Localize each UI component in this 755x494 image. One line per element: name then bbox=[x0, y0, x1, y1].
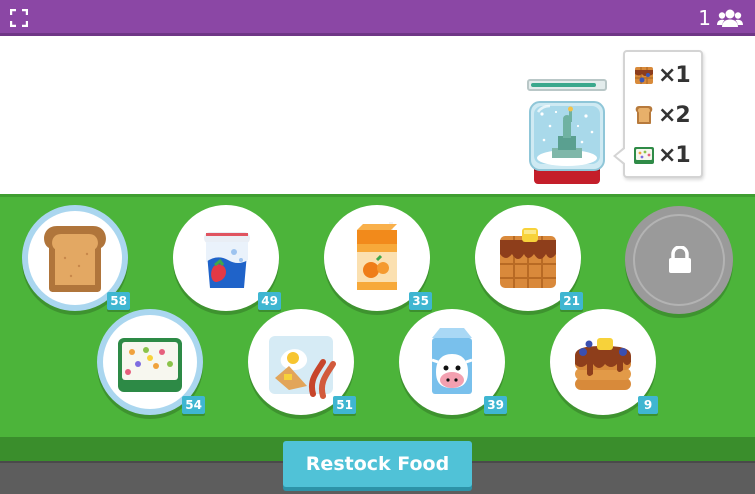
locked-food-slot[interactable] bbox=[625, 206, 733, 314]
patience-bar-fill bbox=[531, 83, 596, 87]
food-slot-waffle[interactable]: 21 bbox=[475, 205, 583, 311]
order-item: ×2 bbox=[633, 100, 699, 130]
player-count: 1 bbox=[698, 5, 743, 31]
food-count: 39 bbox=[484, 396, 507, 414]
milk-icon bbox=[431, 328, 473, 394]
food-count: 21 bbox=[560, 292, 583, 310]
food-slot-milk[interactable]: 39 bbox=[399, 309, 507, 415]
food-slot-cereal[interactable]: 54 bbox=[97, 309, 205, 415]
player-count-value: 1 bbox=[698, 6, 711, 30]
waffle-icon bbox=[635, 67, 653, 84]
pancakes-icon bbox=[575, 338, 631, 390]
waffle-icon bbox=[500, 228, 556, 288]
order-qty: ×1 bbox=[658, 142, 691, 168]
fullscreen-icon[interactable] bbox=[10, 9, 28, 27]
cereal-icon bbox=[118, 338, 182, 392]
food-count: 51 bbox=[333, 396, 356, 414]
order-item: ×1 bbox=[633, 140, 699, 170]
food-count: 9 bbox=[638, 396, 658, 414]
food-count: 49 bbox=[258, 292, 281, 310]
food-slot-toast[interactable]: 58 bbox=[22, 205, 130, 311]
restock-food-button[interactable]: Restock Food bbox=[283, 441, 472, 487]
food-slot-yogurt[interactable]: 49 bbox=[173, 205, 281, 311]
lock-icon bbox=[669, 246, 691, 273]
patience-bar bbox=[527, 79, 607, 91]
food-count: 58 bbox=[107, 292, 130, 310]
food-slot-eggs-and-bacon[interactable]: 51 bbox=[248, 309, 356, 415]
toast-icon bbox=[635, 106, 653, 124]
cereal-icon bbox=[634, 147, 654, 164]
food-slot-pancakes[interactable]: 9 bbox=[550, 309, 658, 415]
order-qty: ×1 bbox=[658, 62, 691, 88]
top-bar: 1 bbox=[0, 0, 755, 36]
group-icon bbox=[717, 9, 743, 27]
food-slot-orange-juice[interactable]: 35 bbox=[324, 205, 432, 311]
order-qty: ×2 bbox=[658, 102, 691, 128]
snow-globe-statue-of-liberty-icon[interactable] bbox=[528, 100, 606, 186]
food-count: 35 bbox=[409, 292, 432, 310]
orange-juice-icon bbox=[357, 222, 397, 290]
food-count: 54 bbox=[182, 396, 205, 414]
toast-icon bbox=[44, 226, 106, 292]
yogurt-icon bbox=[204, 232, 250, 288]
eggs-bacon-icon bbox=[269, 336, 336, 399]
order-bubble: ×1 ×2 ×1 bbox=[613, 50, 703, 178]
order-item: ×1 bbox=[633, 60, 699, 90]
